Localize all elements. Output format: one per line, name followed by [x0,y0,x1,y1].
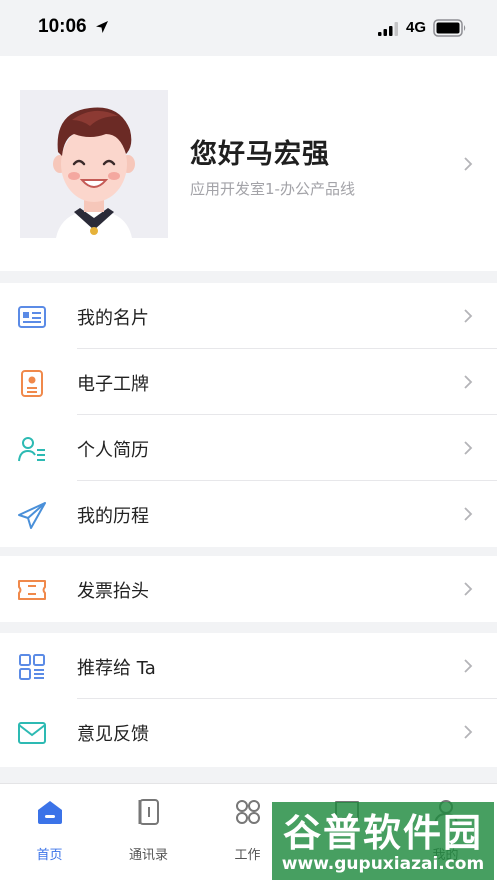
profile-card[interactable]: 您好马宏强 应用开发室1-办公产品线 [0,56,497,271]
chevron-right-icon [464,309,473,323]
menu-item-label: 发票抬头 [77,581,149,602]
resume-icon [18,437,45,462]
menu-item-label: 我的名片 [77,308,149,329]
battery-icon [433,19,466,37]
contacts-icon [138,799,159,825]
menu-item-label: 意见反馈 [77,724,149,745]
watermark-title: 谷普软件园 [282,811,483,855]
menu-group-share: 推荐给 Ta 意见反馈 [0,633,497,767]
home-icon [38,801,62,824]
chevron-right-icon [464,441,473,455]
tab-home[interactable]: 首页 [0,784,99,883]
location-arrow-icon [96,21,108,33]
watermark: 谷普软件园 www.gupuxiazai.com [272,802,494,880]
menu-group-invoice: 发票抬头 [0,556,497,622]
menu-item-feedback[interactable]: 意见反馈 [0,699,497,767]
status-bar: 10:06 4G [0,0,497,56]
menu-item-invoice-title[interactable]: 发票抬头 [0,556,497,622]
menu-item-history[interactable]: 我的历程 [0,481,497,547]
chevron-right-icon [464,375,473,389]
menu-item-label: 推荐给 Ta [77,658,156,679]
avatar[interactable] [20,90,168,238]
paper-plane-icon [18,502,46,529]
avatar-illustration [20,90,168,238]
tab-label: 首页 [36,848,63,863]
menu-item-label: 我的历程 [77,506,149,527]
ticket-icon [18,580,46,600]
tab-contacts[interactable]: 通讯录 [99,784,198,883]
chevron-right-icon [464,507,473,521]
menu-item-label: 个人简历 [77,440,149,461]
grid-share-icon [19,654,45,680]
status-time: 10:06 [38,16,87,37]
mail-icon [18,722,46,744]
menu-item-recommend[interactable]: 推荐给 Ta [0,633,497,699]
menu-item-business-card[interactable]: 我的名片 [0,283,497,349]
signal-icon [378,22,398,36]
apps-icon [236,800,260,824]
watermark-url: www.gupuxiazai.com [281,854,485,874]
network-type: 4G [406,19,427,36]
menu-item-e-badge[interactable]: 电子工牌 [0,349,497,415]
chevron-right-icon [464,157,473,171]
menu-group-profile: 我的名片 电子工牌 个人简历 我的历程 [0,283,497,547]
business-card-icon [18,306,46,328]
chevron-right-icon [464,582,473,596]
menu-item-label: 电子工牌 [77,374,149,395]
badge-icon [21,370,43,397]
department-text: 应用开发室1-办公产品线 [190,180,355,198]
tab-label: 通讯录 [128,848,168,863]
greeting-text: 您好马宏强 [190,139,330,170]
menu-item-resume[interactable]: 个人简历 [0,415,497,481]
chevron-right-icon [464,725,473,739]
chevron-right-icon [464,659,473,673]
